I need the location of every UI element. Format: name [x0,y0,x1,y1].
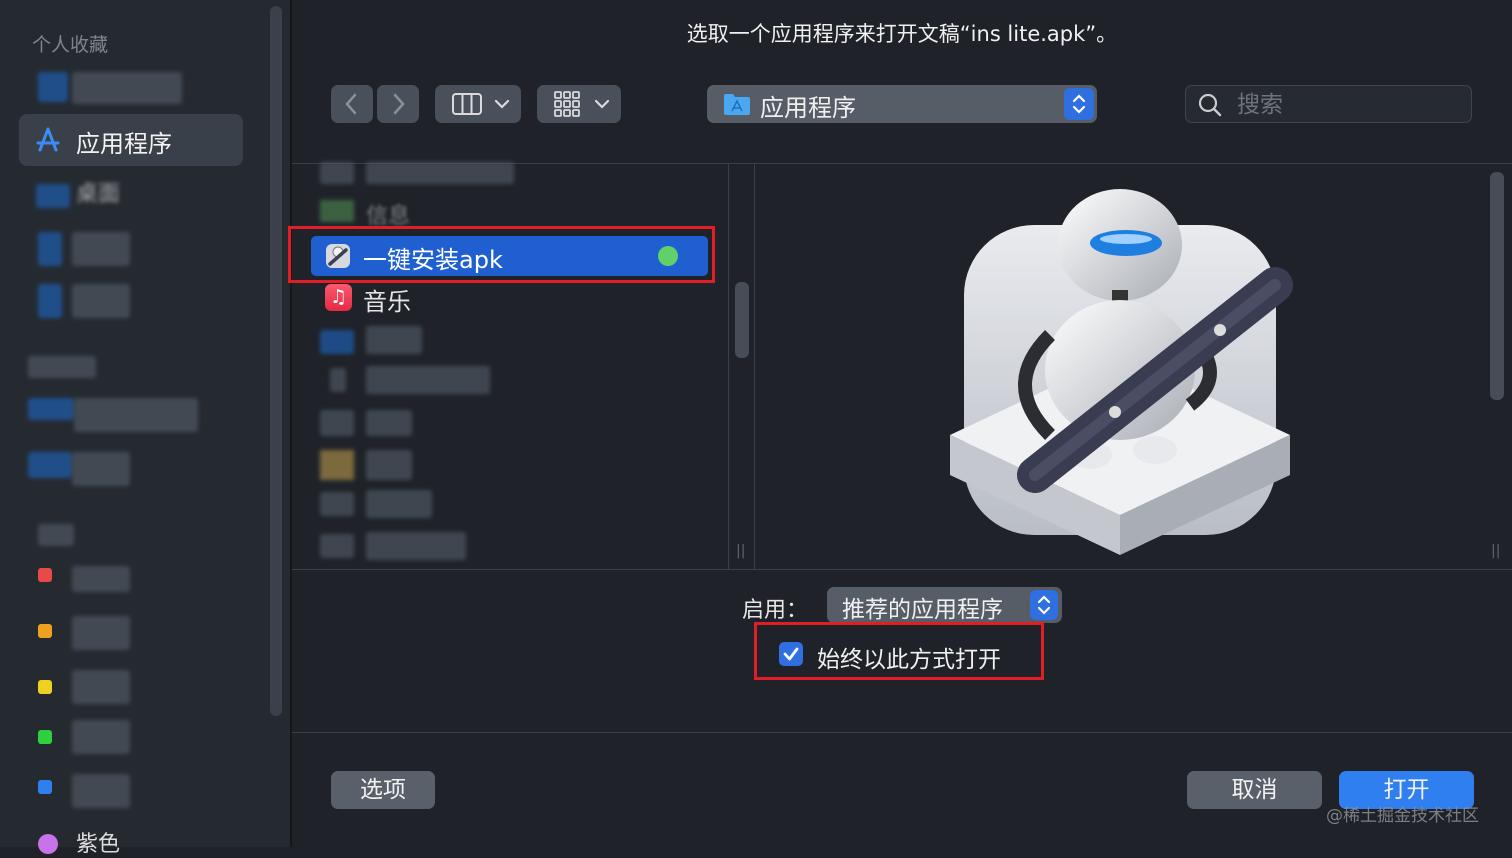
columns-icon [452,93,510,115]
tag-purple-icon [38,834,58,854]
enable-label: 启用： [742,598,809,623]
highlight-box-always-open [754,622,1044,680]
sidebar-item-label: 应用程序 [76,130,172,158]
highlight-box-selected-app [288,226,715,283]
enable-popup-value: 推荐的应用程序 [842,597,1003,623]
enable-stepper[interactable] [1030,590,1058,620]
file-list-item-music[interactable]: 音乐 [363,282,411,317]
location-label: 应用程序 [760,94,856,122]
music-note-icon: ♫ [325,284,352,311]
chevron-right-icon [393,93,405,115]
watermark: @稀土掘金技术社区 [1326,806,1479,826]
list-scrollbar[interactable] [735,282,749,358]
sidebar-item-tag-purple[interactable]: 紫色 [76,826,120,858]
group-button[interactable] [537,85,621,123]
chevron-left-icon [345,93,357,115]
search-icon [1198,93,1222,117]
sidebar-scrollbar[interactable] [270,6,282,716]
app-store-icon [36,127,60,152]
folder-icon [724,94,750,115]
back-button[interactable] [331,85,373,123]
forward-button[interactable] [377,85,419,123]
grid-icon [554,91,610,117]
dialog-title: 选取一个应用程序来打开文稿“ins lite.apk”。 [686,22,1118,46]
column-view-button[interactable] [435,85,521,123]
preview-scrollbar[interactable] [1490,172,1504,400]
chevron-updown-icon [1037,595,1051,615]
sidebar-section-title: 个人收藏 [32,34,109,56]
location-stepper[interactable] [1064,88,1094,120]
search-input[interactable] [1235,88,1459,122]
chevron-updown-icon [1072,94,1086,114]
automator-preview-icon [950,189,1293,555]
sidebar: 个人收藏 应用程序 桌面 紫色 [0,0,292,857]
cancel-button[interactable]: 取消 [1187,771,1322,809]
sidebar-item-desktop[interactable]: 桌面 [76,176,120,208]
options-button[interactable]: 选项 [331,771,435,809]
